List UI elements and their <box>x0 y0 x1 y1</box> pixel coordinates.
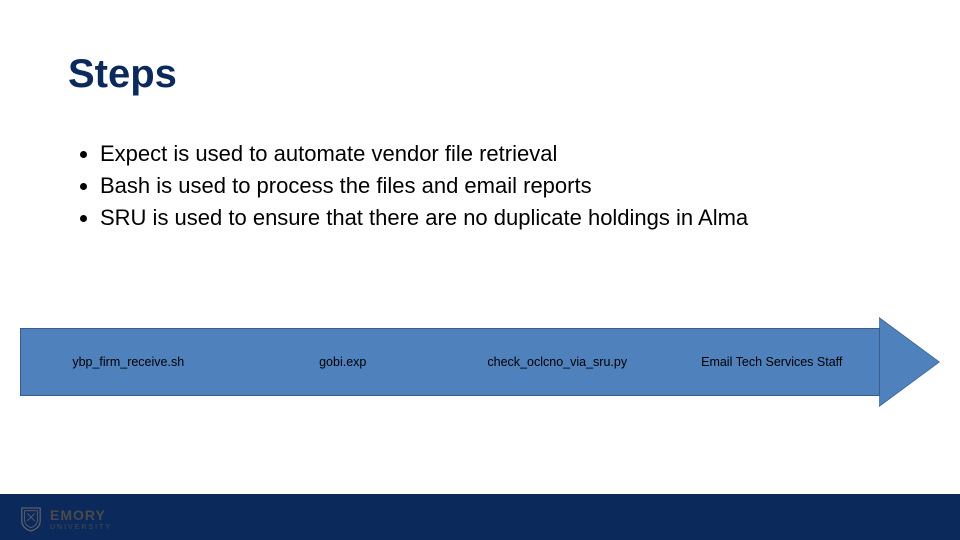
logo-text: EMORY UNIVERSITY <box>50 508 112 531</box>
process-arrow: ybp_firm_receive.sh gobi.exp check_oclcn… <box>20 318 940 406</box>
process-step: check_oclcno_via_sru.py <box>450 355 665 369</box>
bullet-item: SRU is used to ensure that there are no … <box>100 202 748 234</box>
process-step: Email Tech Services Staff <box>665 355 880 369</box>
logo: EMORY UNIVERSITY <box>20 506 112 532</box>
slide: Steps Expect is used to automate vendor … <box>0 0 960 540</box>
arrow-body: ybp_firm_receive.sh gobi.exp check_oclcn… <box>20 328 880 396</box>
bullet-item: Expect is used to automate vendor file r… <box>100 138 748 170</box>
arrow-head-icon <box>879 318 939 406</box>
bullet-list: Expect is used to automate vendor file r… <box>78 138 748 234</box>
logo-main: EMORY <box>50 508 112 522</box>
logo-sub: UNIVERSITY <box>50 524 112 531</box>
bullet-item: Bash is used to process the files and em… <box>100 170 748 202</box>
footer-bar <box>0 494 960 540</box>
process-step: gobi.exp <box>236 355 451 369</box>
process-step: ybp_firm_receive.sh <box>21 355 236 369</box>
page-title: Steps <box>68 52 177 97</box>
shield-icon <box>20 506 42 532</box>
